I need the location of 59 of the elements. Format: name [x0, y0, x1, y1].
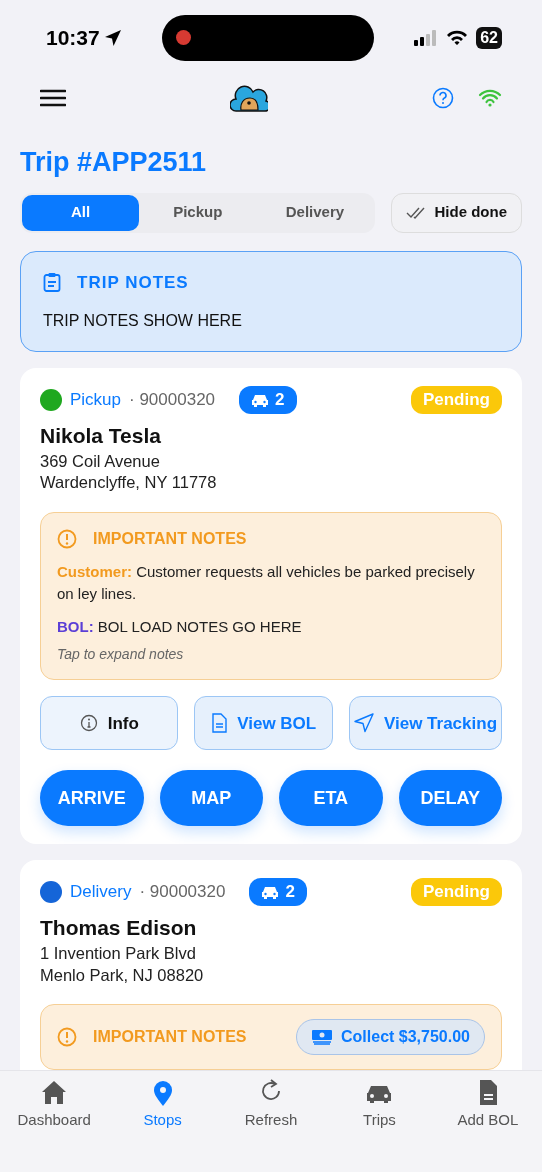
warning-icon: [57, 528, 77, 549]
stop-type: Pickup: [70, 389, 122, 411]
tab-bar-item[interactable]: Refresh: [216, 1079, 326, 1172]
customer-name: Nikola Tesla: [40, 422, 162, 449]
status-badge: Pending: [410, 878, 502, 906]
notes-panel[interactable]: IMPORTANT NOTES Customer: Customer requests all vehicles be parked precisely on ley lines. BOL: BOL LOAD NOTES GO HERE Tap to expand notes: [40, 511, 502, 681]
address-line: Menlo Park, NJ 08820: [40, 964, 205, 986]
trip-title: Trip #APP2511: [20, 146, 208, 179]
address-line: 369 Coil Avenue: [40, 451, 161, 472]
tab-bar-item[interactable]: Stops: [108, 1079, 217, 1172]
order-number: · 90000320: [139, 881, 226, 904]
tab-bar-item[interactable]: Add BOL: [433, 1079, 542, 1172]
tab-bar-item[interactable]: Trips: [325, 1079, 434, 1172]
signal-icon: [414, 29, 439, 46]
document-icon: [211, 713, 228, 734]
menu-icon[interactable]: [40, 88, 66, 107]
notes-title: IMPORTANT NOTES: [93, 1027, 247, 1048]
double-check-icon: [406, 206, 427, 219]
filter-tab[interactable]: Pickup: [139, 194, 257, 231]
location-arrow-icon: [103, 28, 122, 47]
trip-notes-text: TRIP NOTES SHOW HERE: [43, 311, 243, 331]
filter-tab[interactable]: All: [22, 194, 140, 231]
vehicle-count-badge: 2: [249, 878, 307, 906]
address-line: 1 Invention Park Blvd: [40, 943, 197, 965]
view-tracking-button[interactable]: View Tracking: [348, 696, 502, 751]
order-number: · 90000320: [129, 389, 216, 411]
note-line: Customer: Customer requests all vehicles be parked precisely on ley lines.: [57, 561, 476, 605]
collect-payment-pill: Collect $3,750.00: [296, 1019, 485, 1056]
wifi-icon: [478, 88, 502, 107]
car-icon: [251, 392, 270, 407]
action-button[interactable]: ARRIVE: [40, 770, 144, 827]
note-line: BOL: BOL LOAD NOTES GO HERE: [57, 616, 303, 637]
expand-hint: Tap to expand notes: [57, 645, 185, 665]
vehicle-count-badge: 2: [239, 386, 297, 414]
action-button[interactable]: DELAY: [398, 770, 502, 827]
status-badge: Pending: [410, 386, 502, 414]
battery-level: 62: [476, 26, 502, 49]
address-line: Wardenclyffe, NY 11778: [40, 472, 218, 494]
notes-panel[interactable]: IMPORTANT NOTES Collect $3,750.00: [40, 1004, 502, 1070]
help-icon[interactable]: [432, 86, 454, 109]
view-bol-button[interactable]: View BOL: [194, 696, 333, 751]
info-icon: [79, 714, 98, 733]
tab-bar-item[interactable]: Dashboard: [0, 1079, 109, 1172]
clock-time: 10:37: [46, 24, 100, 51]
trip-notes-title: TRIP NOTES: [77, 271, 189, 294]
stop-type: Delivery: [70, 881, 132, 904]
wifi-icon: [446, 29, 469, 46]
car-icon: [261, 885, 280, 900]
clipboard-icon: [43, 272, 61, 293]
warning-icon: [57, 1027, 77, 1048]
notes-title: IMPORTANT NOTES: [93, 528, 247, 549]
filter-tab[interactable]: Delivery: [256, 194, 374, 231]
action-button[interactable]: ETA: [279, 770, 383, 827]
info-button[interactable]: Info: [40, 696, 179, 751]
hide-done-button[interactable]: Hide done: [391, 192, 522, 233]
navigation-arrow-icon: [353, 713, 374, 734]
customer-name: Thomas Edison: [40, 914, 198, 941]
cash-icon: [311, 1029, 334, 1046]
action-button[interactable]: MAP: [159, 770, 263, 827]
